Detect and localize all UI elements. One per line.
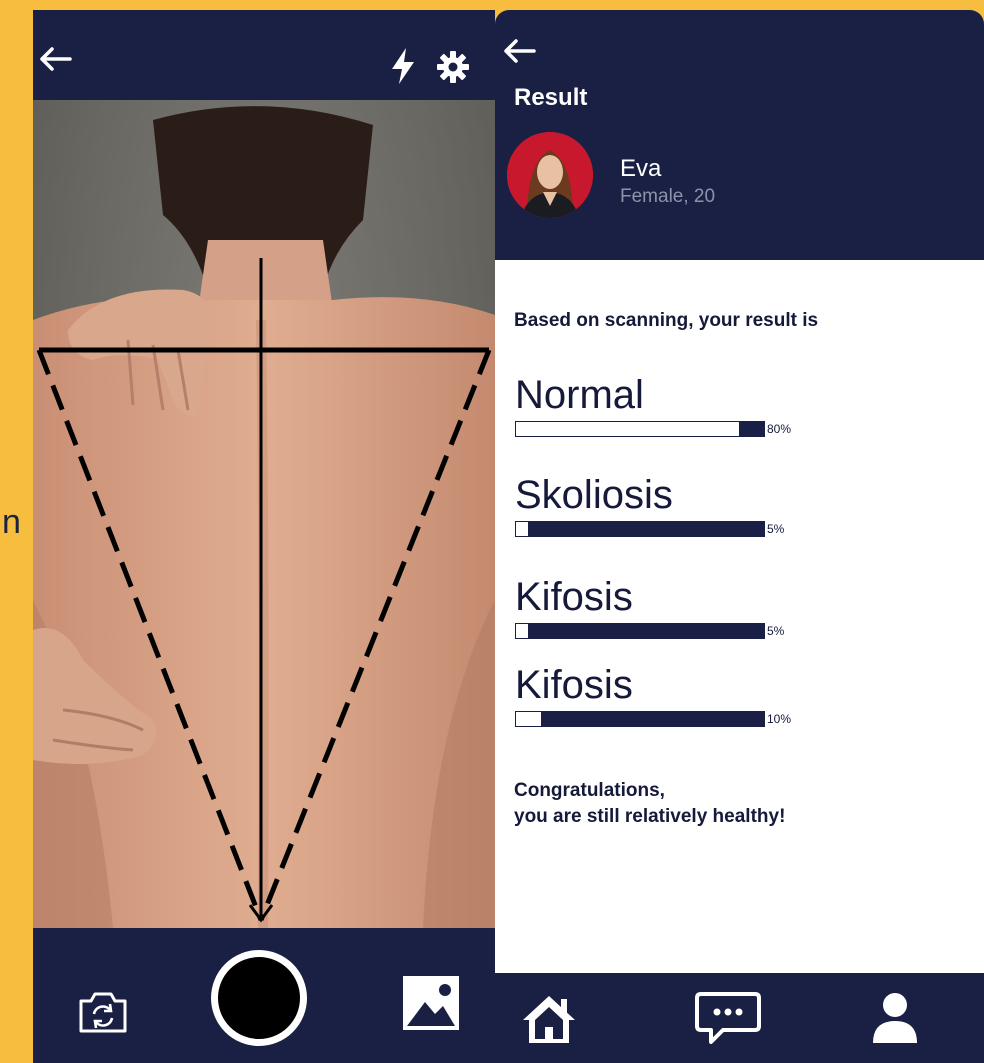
gallery-icon[interactable] bbox=[401, 974, 461, 1032]
metric-bar bbox=[515, 521, 765, 537]
metric-bar bbox=[515, 623, 765, 639]
shutter-button[interactable] bbox=[211, 950, 307, 1046]
metric-percent: 10% bbox=[767, 712, 792, 726]
metric-percent: 5% bbox=[767, 522, 785, 536]
metric-kifosis-2: Kifosis 10% bbox=[515, 665, 855, 735]
camera-viewfinder[interactable] bbox=[33, 100, 495, 928]
metric-label: Kifosis bbox=[515, 575, 633, 619]
metric-percent: 5% bbox=[767, 624, 785, 638]
congrats-line-2: you are still relatively healthy! bbox=[514, 805, 786, 827]
back-arrow-icon[interactable] bbox=[503, 38, 537, 64]
congrats-line-1: Congratulations, bbox=[514, 780, 665, 801]
metric-normal: Normal 80% bbox=[515, 375, 855, 445]
chat-bubble-icon[interactable] bbox=[693, 988, 763, 1048]
result-intro: Based on scanning, your result is bbox=[514, 310, 819, 331]
back-arrow-icon[interactable] bbox=[39, 46, 73, 72]
avatar bbox=[507, 132, 593, 218]
metric-bar-fill bbox=[516, 624, 529, 638]
metric-bar-fill bbox=[516, 422, 740, 436]
user-name: Eva bbox=[620, 155, 662, 182]
metric-kifosis: Kifosis 5% bbox=[515, 577, 855, 647]
camera-bottom-bar bbox=[33, 928, 495, 1063]
metric-bar bbox=[515, 421, 765, 437]
back-scan-image bbox=[33, 106, 495, 928]
bottom-nav bbox=[495, 973, 984, 1063]
home-icon[interactable] bbox=[521, 993, 577, 1045]
metric-label: Kifosis bbox=[515, 663, 633, 707]
metric-label: Skoliosis bbox=[515, 473, 673, 517]
flash-icon[interactable] bbox=[388, 46, 418, 86]
metric-bar bbox=[515, 711, 765, 727]
gear-icon[interactable] bbox=[436, 50, 470, 84]
user-icon[interactable] bbox=[870, 991, 920, 1045]
metric-label: Normal bbox=[515, 373, 644, 417]
metric-bar-fill bbox=[516, 712, 541, 726]
camera-flip-icon[interactable] bbox=[75, 983, 131, 1039]
cropped-edge-letter: n bbox=[2, 503, 21, 541]
metric-bar-fill bbox=[516, 522, 529, 536]
camera-screen bbox=[33, 10, 495, 1063]
congrats-message: Congratulations, you are still relativel… bbox=[514, 778, 785, 829]
user-meta: Female, 20 bbox=[620, 186, 716, 207]
metric-skoliosis: Skoliosis 5% bbox=[515, 475, 855, 545]
camera-top-bar bbox=[33, 10, 495, 100]
page-title: Result bbox=[514, 84, 588, 111]
result-header: Result Eva Female, 20 bbox=[495, 10, 984, 260]
metric-percent: 80% bbox=[767, 422, 792, 436]
result-screen: Result Eva Female, 20 Based on scanning,… bbox=[495, 10, 984, 1063]
